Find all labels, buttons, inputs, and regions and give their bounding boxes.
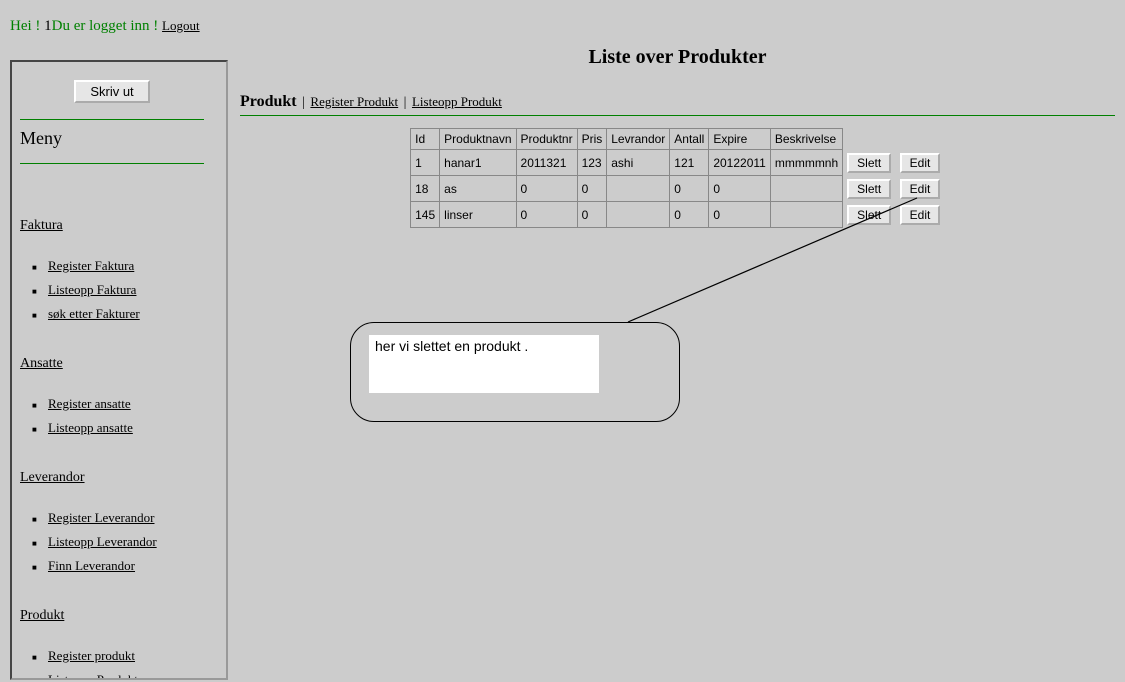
breadcrumb-sep: | [300,95,310,110]
table-row: 1 hanar1 2011321 123 ashi 121 20122011 m… [411,150,945,176]
sidebar-section-faktura: Faktura Register Faktura Listeopp Faktur… [20,194,204,322]
list-item: Finn Leverandor [32,558,204,574]
sidebar-item-listeopp-produkter[interactable]: Listeopp Produkter [48,672,148,678]
greeting-hei: Hei ! [10,18,44,34]
col-expire: Expire [709,129,771,150]
col-beskrivelse: Beskrivelse [770,129,842,150]
list-item: Register Faktura [32,258,204,274]
list-item: Register Leverandor [32,510,204,526]
sidebar-frame: Skriv ut Meny Faktura Register Faktura L… [10,60,228,680]
breadcrumb-main: Produkt [240,93,297,110]
list-item: Listeopp ansatte [32,420,204,436]
slett-button[interactable]: Slett [847,205,891,225]
breadcrumb-listeopp-produkt[interactable]: Listeopp Produkt [412,94,502,109]
slett-button[interactable]: Slett [847,179,891,199]
col-produktnr: Produktnr [516,129,577,150]
list-item: Register produkt [32,648,204,664]
slett-button[interactable]: Slett [847,153,891,173]
edit-button[interactable]: Edit [900,153,941,173]
breadcrumb: Produkt | Register Produkt | Listeopp Pr… [240,93,1115,116]
sidebar-item-register-leverandor[interactable]: Register Leverandor [48,510,154,525]
table-header-row: Id Produktnavn Produktnr Pris Levrandor … [411,129,945,150]
product-table: Id Produktnavn Produktnr Pris Levrandor … [410,128,945,228]
login-status-bar: Hei ! 1Du er logget inn ! Logout [10,18,200,35]
edit-button[interactable]: Edit [900,205,941,225]
table-row: 145 linser 0 0 0 0 Slett Edit [411,202,945,228]
col-levrandor: Levrandor [607,129,670,150]
sidebar-item-register-produkt[interactable]: Register produkt [48,648,135,663]
sidebar-item-listeopp-faktura[interactable]: Listeopp Faktura [48,282,136,297]
list-item: Listeopp Leverandor [32,534,204,550]
col-produktnavn: Produktnavn [440,129,516,150]
sidebar-item-sok-fakturer[interactable]: søk etter Fakturer [48,306,140,321]
list-item: Listeopp Faktura [32,282,204,298]
table-row: 18 as 0 0 0 0 Slett Edit [411,176,945,202]
sidebar-item-register-faktura[interactable]: Register Faktura [48,258,134,273]
list-item: søk etter Fakturer [32,306,204,322]
sidebar-title-produkt[interactable]: Produkt [20,608,64,624]
print-button[interactable]: Skriv ut [74,80,149,103]
col-pris: Pris [577,129,607,150]
page-title: Liste over Produkter [240,46,1115,69]
breadcrumb-register-produkt[interactable]: Register Produkt [310,94,398,109]
list-item: Listeopp Produkter [32,672,204,678]
sidebar-section-produkt: Produkt Register produkt Listeopp Produk… [20,584,204,678]
main-content: Liste over Produkter Produkt | Register … [240,30,1115,228]
sidebar-item-finn-leverandor[interactable]: Finn Leverandor [48,558,135,573]
sidebar-title-faktura[interactable]: Faktura [20,218,63,234]
greeting-logged: Du er logget inn ! [52,18,162,34]
list-item: Register ansatte [32,396,204,412]
annotation-text: her vi slettet en produkt . [369,335,599,393]
sidebar-item-register-ansatte[interactable]: Register ansatte [48,396,131,411]
annotation-callout: her vi slettet en produkt . [350,322,680,422]
col-antall: Antall [670,129,709,150]
greeting-one: 1 [44,18,52,34]
sidebar-title-ansatte[interactable]: Ansatte [20,356,63,372]
edit-button[interactable]: Edit [900,179,941,199]
sidebar-section-leverandor: Leverandor Register Leverandor Listeopp … [20,446,204,574]
col-id: Id [411,129,440,150]
sidebar-title-leverandor[interactable]: Leverandor [20,470,85,486]
logout-link[interactable]: Logout [162,18,200,33]
breadcrumb-sep: | [402,95,409,110]
sidebar-item-listeopp-ansatte[interactable]: Listeopp ansatte [48,420,133,435]
sidebar-scroll[interactable]: Skriv ut Meny Faktura Register Faktura L… [12,62,212,678]
menu-heading: Meny [20,119,204,164]
sidebar-item-listeopp-leverandor[interactable]: Listeopp Leverandor [48,534,157,549]
sidebar-section-ansatte: Ansatte Register ansatte Listeopp ansatt… [20,332,204,436]
